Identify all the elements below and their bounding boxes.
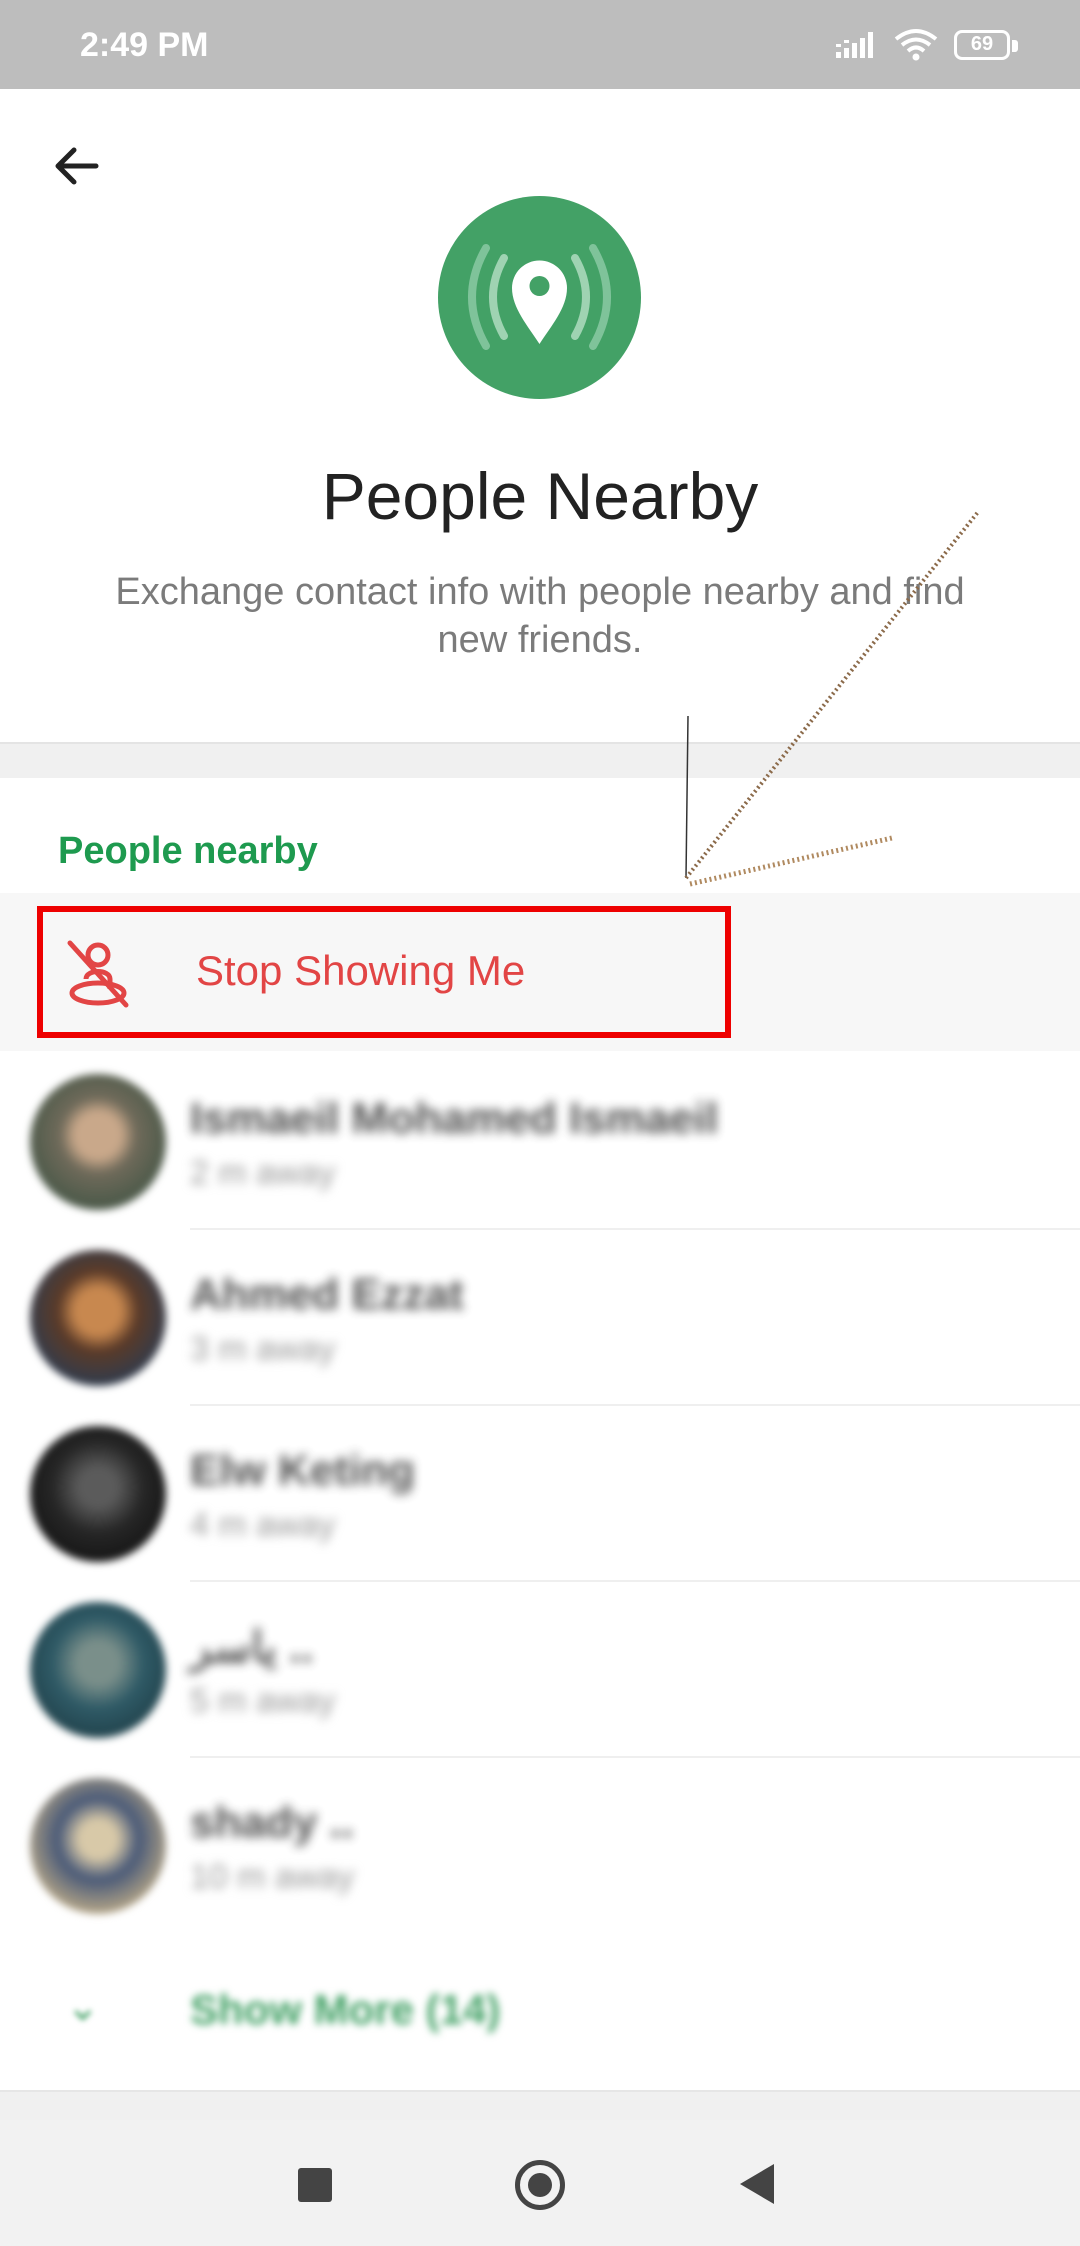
section-divider [0, 742, 1080, 778]
person-distance: 10 m away [190, 1858, 355, 1896]
bottom-divider [0, 2090, 1080, 2122]
back-arrow-icon[interactable] [44, 136, 108, 200]
list-item[interactable]: ياسر .. 5 m away [0, 1582, 1080, 1758]
list-item[interactable]: Elw Keting 4 m away [0, 1406, 1080, 1582]
avatar [30, 1778, 166, 1914]
show-more-label: Show More (14) [190, 1986, 501, 2033]
system-nav-bar [0, 2120, 1080, 2246]
person-name: Ahmed Ezzat [190, 1270, 464, 1319]
home-icon[interactable] [515, 2160, 565, 2210]
battery-icon: 69 [954, 30, 1018, 62]
person-distance: 2 m away [190, 1154, 336, 1192]
person-distance: 5 m away [190, 1682, 336, 1720]
section-title: People nearby [58, 830, 318, 872]
page-title: People Nearby [321, 459, 759, 533]
page-description: Exchange contact info with people nearby… [115, 571, 965, 661]
avatar [30, 1250, 166, 1386]
person-distance: 4 m away [190, 1506, 336, 1544]
avatar [30, 1602, 166, 1738]
status-bar: 2:49 PM 69 [0, 0, 1080, 89]
person-name: Elw Keting [190, 1446, 415, 1495]
chevron-down-icon: ⌄ [66, 1985, 100, 2029]
person-name: ياسر .. [190, 1623, 314, 1672]
back-triangle-icon[interactable] [740, 2164, 774, 2204]
recent-apps-icon[interactable] [298, 2168, 332, 2202]
location-broadcast-icon [438, 196, 641, 399]
person-name: Ismaeil Mohamed Ismaeil [190, 1094, 719, 1143]
show-more-button[interactable]: ⌄ Show More (14) [0, 1960, 1080, 2060]
person-distance: 3 m away [190, 1330, 336, 1368]
list-item[interactable]: Ahmed Ezzat 3 m away [0, 1230, 1080, 1406]
battery-level: 69 [970, 33, 994, 55]
signal-icon [836, 32, 873, 58]
avatar [30, 1426, 166, 1562]
status-time: 2:49 PM [80, 26, 209, 64]
list-item[interactable]: Ismaeil Mohamed Ismaeil 2 m away [0, 1054, 1080, 1230]
wifi-icon [894, 29, 938, 61]
list-item[interactable]: shady .. 10 m away [0, 1758, 1080, 1934]
highlight-box [37, 906, 731, 1038]
person-name: shady .. [190, 1798, 354, 1847]
avatar [30, 1074, 166, 1210]
